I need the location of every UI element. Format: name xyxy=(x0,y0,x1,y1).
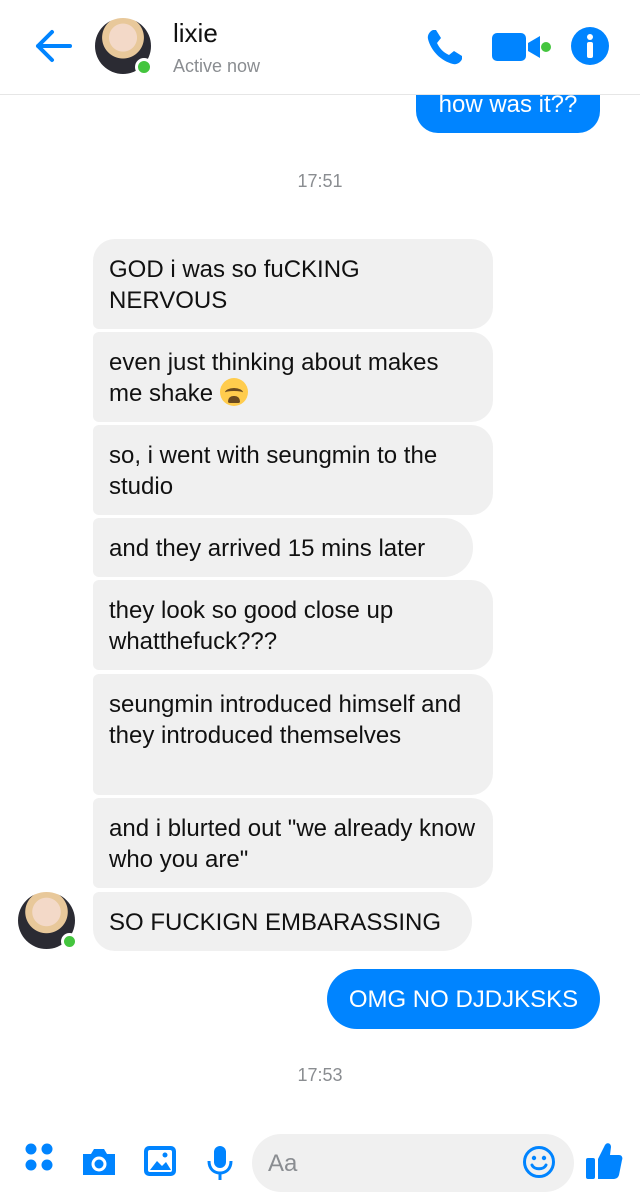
video-camera-icon xyxy=(492,33,551,61)
active-indicator xyxy=(61,933,78,950)
camera-icon xyxy=(83,1149,115,1175)
message-composer: Aa xyxy=(0,1128,640,1200)
message-text: even just thinking about makes me shake xyxy=(109,349,439,407)
incoming-message[interactable]: they look so good close up whatthefuck??… xyxy=(93,580,493,670)
crying-emoji xyxy=(219,378,248,406)
incoming-message[interactable]: so, i went with seungmin to the studio xyxy=(93,425,493,515)
incoming-message[interactable]: even just thinking about makes me shake xyxy=(93,332,493,422)
timestamp: 17:53 xyxy=(297,1065,343,1085)
emoji-button[interactable] xyxy=(522,1145,556,1179)
back-button[interactable] xyxy=(30,26,74,66)
video-call-button[interactable] xyxy=(490,30,552,64)
like-button[interactable] xyxy=(584,1140,624,1182)
emoji-icon xyxy=(523,1146,555,1178)
message-input-placeholder: Aa xyxy=(268,1150,298,1177)
gallery-button[interactable] xyxy=(142,1144,178,1178)
incoming-message[interactable]: GOD i was so fuCKING NERVOUS xyxy=(93,239,493,329)
back-arrow-icon xyxy=(36,30,72,62)
incoming-message[interactable]: SO FUCKIGN EMBARASSING xyxy=(93,892,472,951)
contact-avatar[interactable] xyxy=(95,18,153,76)
contact-name[interactable]: lixie xyxy=(173,18,218,49)
microphone-icon xyxy=(207,1146,233,1180)
info-button[interactable] xyxy=(570,26,610,66)
outgoing-message[interactable]: OMG NO DJDJKSKS xyxy=(327,969,600,1029)
incoming-message[interactable]: and i blurted out "we already know who y… xyxy=(93,798,493,888)
sender-avatar[interactable] xyxy=(18,892,78,950)
chat-screen: lixie Active now how was it?? 17:51 GOD … xyxy=(0,0,640,1200)
incoming-message[interactable]: seungmin introduced himself and they int… xyxy=(93,674,493,795)
timestamp: 17:51 xyxy=(297,171,343,191)
message-input[interactable]: Aa xyxy=(252,1134,574,1192)
voice-call-button[interactable] xyxy=(424,26,466,68)
more-dots-icon xyxy=(25,1143,53,1171)
camera-button[interactable] xyxy=(80,1146,118,1178)
gallery-icon xyxy=(144,1146,176,1176)
phone-icon xyxy=(427,30,462,65)
active-indicator xyxy=(135,58,153,76)
thumbs-up-icon xyxy=(586,1143,623,1179)
more-actions-button[interactable] xyxy=(24,1142,54,1172)
contact-status: Active now xyxy=(173,56,261,76)
voice-message-button[interactable] xyxy=(206,1144,234,1182)
chat-header: lixie Active now xyxy=(0,0,640,95)
info-icon xyxy=(571,27,609,65)
incoming-message[interactable]: and they arrived 15 mins later xyxy=(93,518,473,577)
